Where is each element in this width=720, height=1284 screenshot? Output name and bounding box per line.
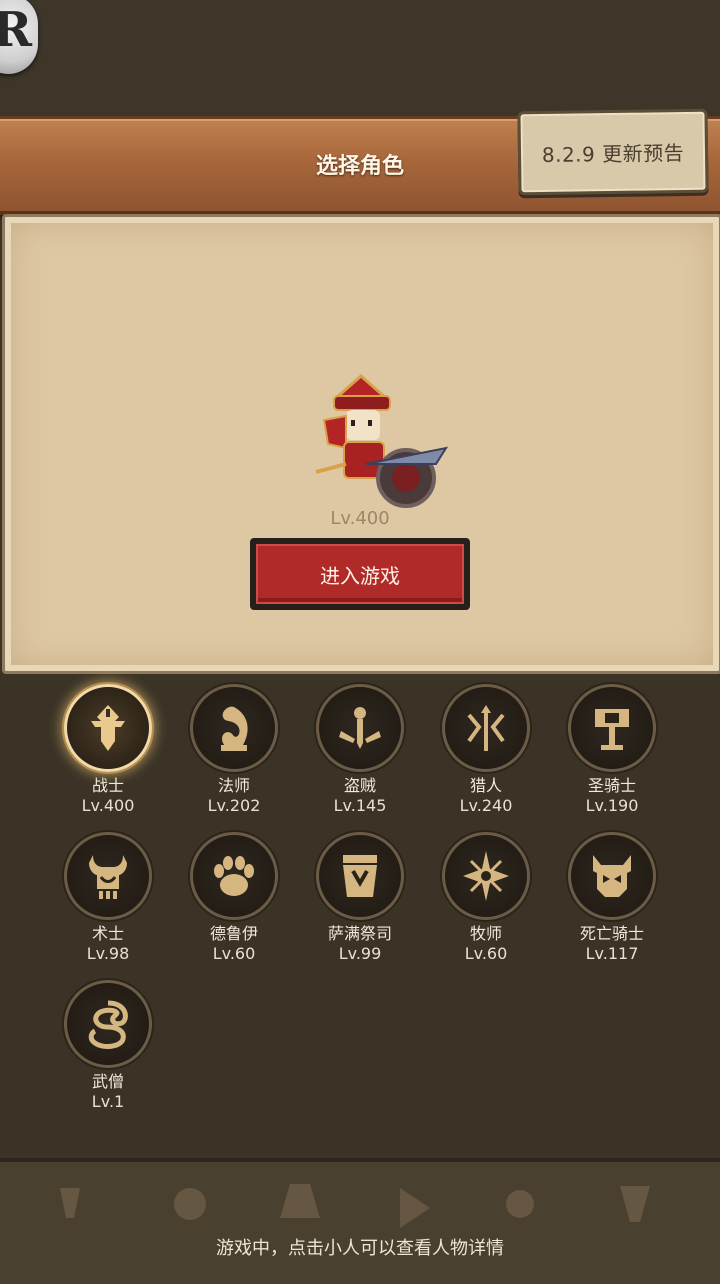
warlock-icon[interactable] [64,832,152,920]
death-knight-icon[interactable] [568,832,656,920]
class-name: 圣骑士 [587,776,636,795]
rogue-icon[interactable] [316,684,404,772]
class-level: Lv.145 [333,796,387,815]
monk-icon[interactable] [64,980,152,1068]
footer-hint: 游戏中，点击小人可以查看人物详情 [216,1238,504,1259]
priest-icon[interactable] [442,832,530,920]
class-level: Lv.99 [338,944,382,963]
class-name: 猎人 [469,776,502,795]
update-notice-button[interactable]: 8.2.9 更新预告 [517,108,709,196]
class-name: 盗贼 [343,776,376,795]
class-level: Lv.202 [207,796,261,815]
class-name: 法师 [217,776,250,795]
druid-icon[interactable] [190,832,278,920]
class-item-paladin[interactable]: 圣骑士 Lv.190 [557,684,667,816]
class-item-priest[interactable]: 牧师 Lv.60 [431,832,541,964]
class-item-warrior[interactable]: 战士 Lv.400 [53,684,163,816]
footer-bar [0,1158,720,1284]
enter-game-button[interactable]: 进入游戏 [250,538,470,610]
class-level: Lv.190 [585,796,639,815]
class-name: 德鲁伊 [209,924,258,943]
character-level: Lv.400 [330,508,390,529]
class-item-druid[interactable]: 德鲁伊 Lv.60 [179,832,289,964]
class-name: 武僧 [91,1072,124,1091]
class-item-rogue[interactable]: 盗贼 Lv.145 [305,684,415,816]
class-item-warlock[interactable]: 术士 Lv.98 [53,832,163,964]
top-area [0,0,720,116]
class-name: 牧师 [469,924,502,943]
class-level: Lv.400 [81,796,135,815]
logo-letter: R [0,2,32,58]
class-item-mage[interactable]: 法师 Lv.202 [179,684,289,816]
class-level: Lv.60 [212,944,256,963]
class-name: 战士 [91,776,124,795]
class-name: 术士 [91,924,124,943]
paladin-icon[interactable] [568,684,656,772]
shaman-icon[interactable] [316,832,404,920]
class-level: Lv.1 [91,1092,125,1111]
class-level: Lv.117 [585,944,639,963]
class-name: 萨满祭司 [327,924,392,943]
class-item-shaman[interactable]: 萨满祭司 Lv.99 [305,832,415,964]
class-level: Lv.240 [459,796,513,815]
class-level: Lv.98 [86,944,130,963]
character-figure[interactable] [306,368,456,518]
class-name: 死亡骑士 [579,924,644,943]
hunter-icon[interactable] [442,684,530,772]
class-level: Lv.60 [464,944,508,963]
footer-class-pattern [60,1184,650,1228]
enter-game-label: 进入游戏 [256,544,464,604]
warrior-icon[interactable] [64,684,152,772]
class-item-hunter[interactable]: 猎人 Lv.240 [431,684,541,816]
class-item-death-knight[interactable]: 死亡骑士 Lv.117 [557,832,667,964]
class-item-monk[interactable]: 武僧 Lv.1 [53,980,163,1112]
mage-icon[interactable] [190,684,278,772]
